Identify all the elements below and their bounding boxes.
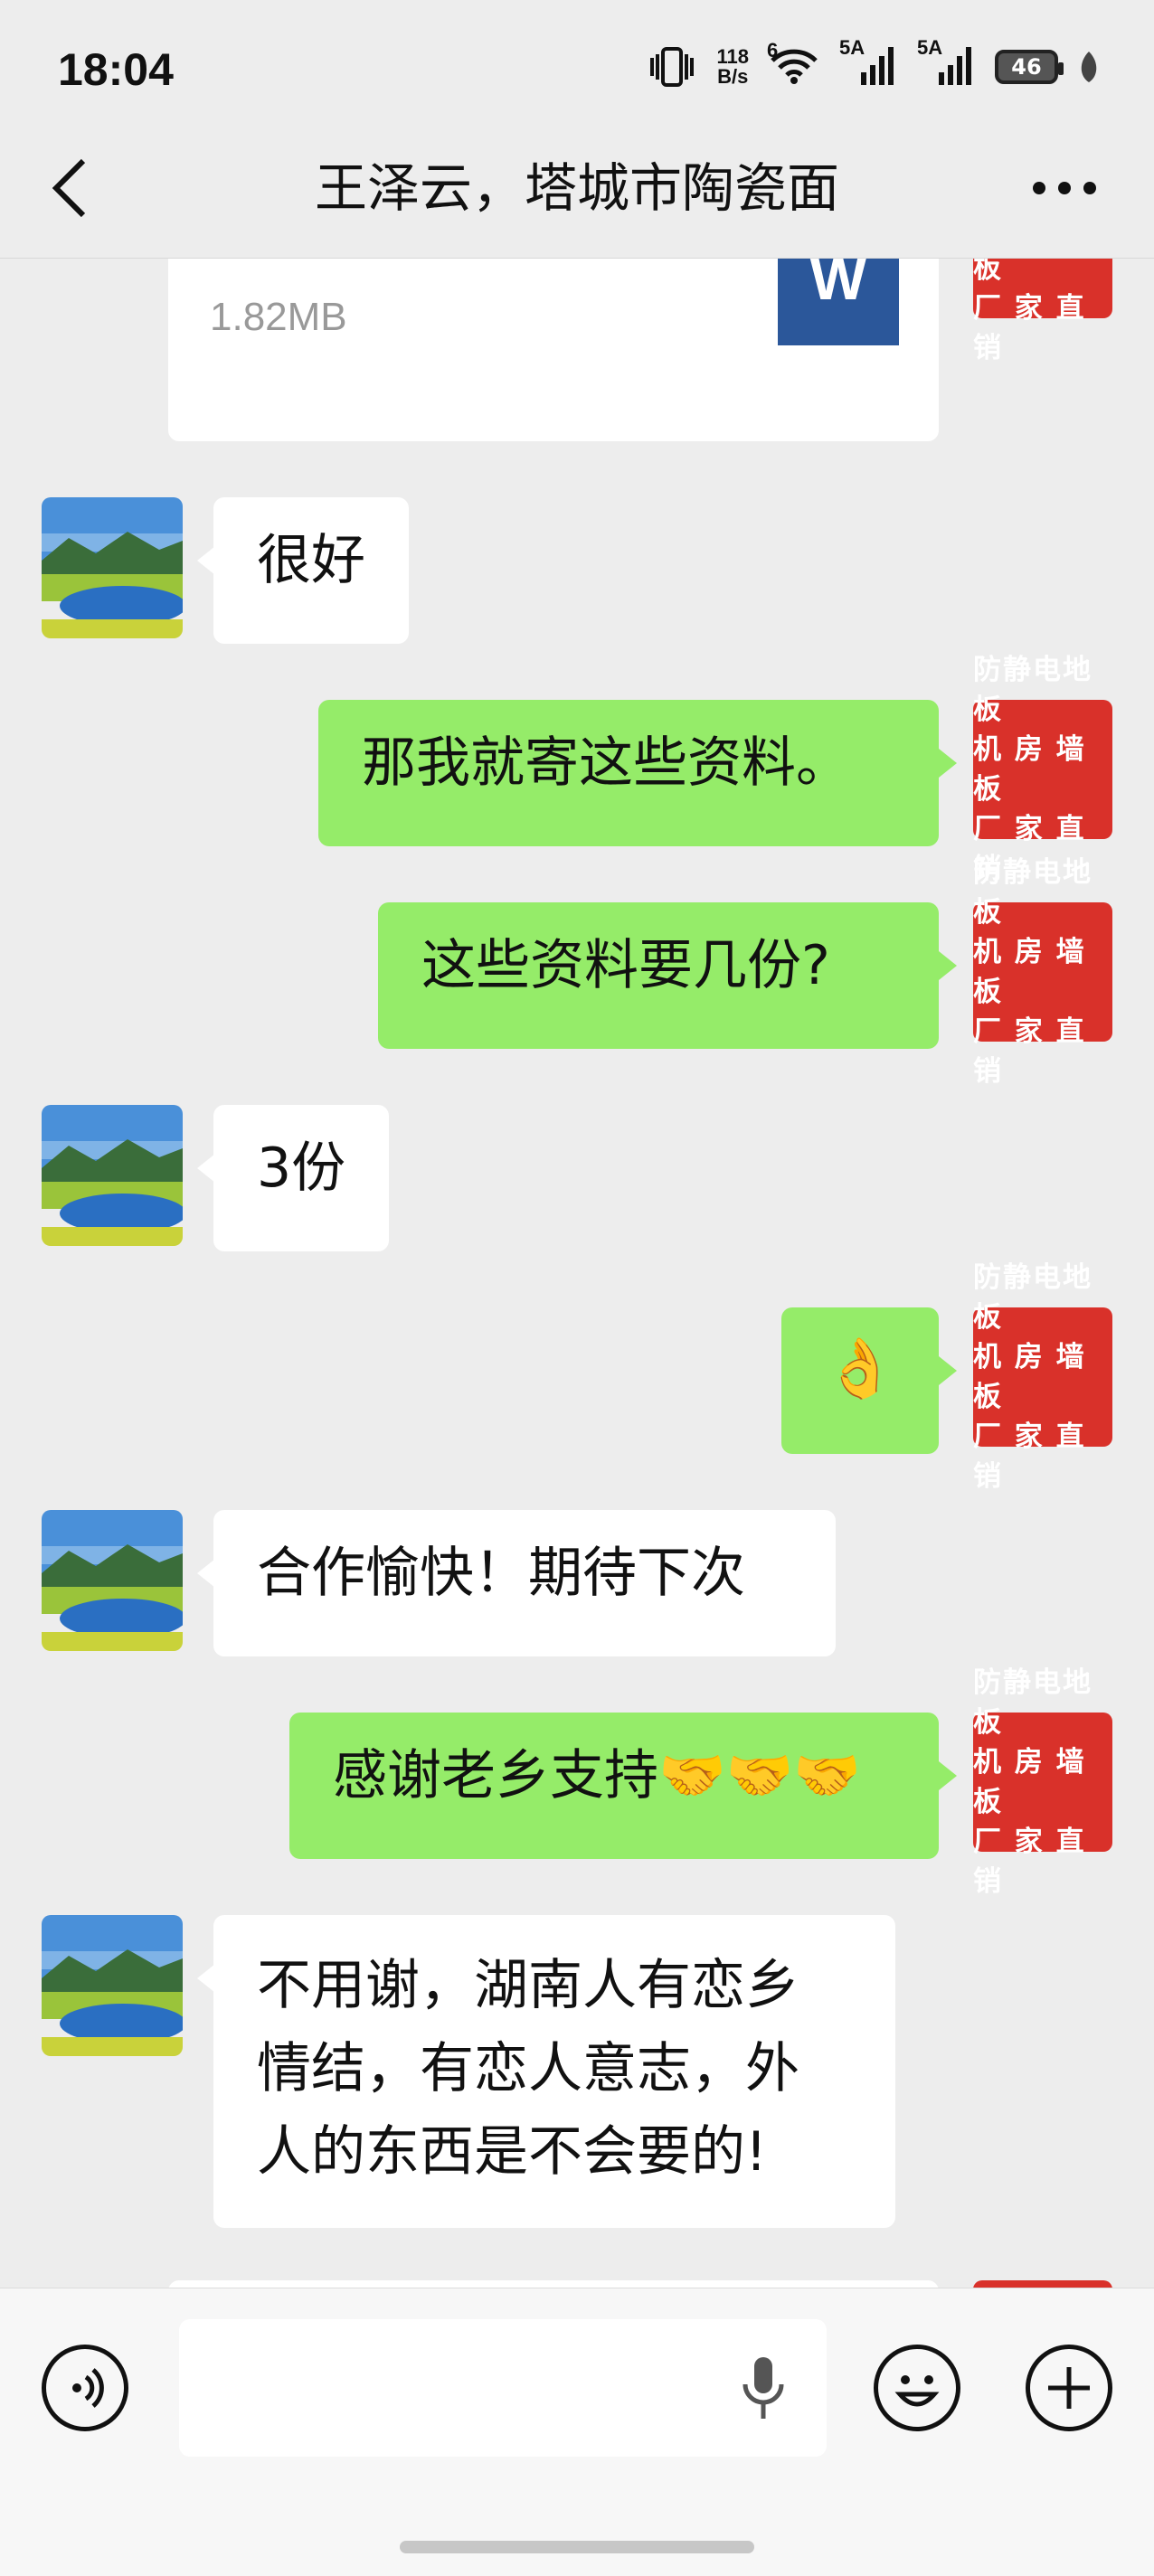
contact-avatar[interactable] [42,1105,183,1246]
landscape-avatar-image [42,1105,183,1246]
my-avatar[interactable]: 防静电地板 机 房 墙 板 厂 家 直 销 [973,1666,1112,1898]
message-bubble-incoming[interactable]: 3份 [213,1105,390,1251]
message-bubble-incoming[interactable]: 合作愉快！期待下次 [213,1510,836,1656]
message-text-line: 情结，有恋人意志，外 [257,2037,799,2100]
input-bar [0,2288,1154,2576]
battery-icon: 46 [995,50,1064,84]
avatar-text-line: 机 房 墙 板 [973,259,1003,285]
file-message-card[interactable]: 1.82MB W [168,259,939,441]
message-text: 那我就寄这些资料。 [362,731,850,795]
wifi-label: 6 [767,39,779,61]
avatar-text-line: 厂 家 直 销 [973,1420,1086,1493]
net-speed-value: 118 [716,45,750,68]
voice-wave-icon [72,2368,104,2408]
partial-my-avatar [973,2280,1112,2288]
message-text-line: 不用谢，湖南人有恋乡 [257,1954,799,2017]
my-avatar[interactable]: 防静电地板 机 房 墙 板 厂 家 直 销 [973,654,1112,885]
message-text: 很好 [257,529,365,592]
avatar-text-line: 机 房 墙 板 [973,1341,1086,1413]
battery-level: 46 [1011,54,1042,80]
message-bubble-outgoing[interactable]: 这些资料要几份? [378,902,939,1049]
avatar-text-line: 防静电地板 [973,654,1093,726]
landscape-avatar-image [42,497,183,638]
signal-indicator-2: 5A [917,38,975,89]
landscape-avatar-image [42,1510,183,1651]
message-text: 合作愉快！期待下次 [257,1542,745,1605]
contact-avatar[interactable] [42,1510,183,1651]
my-avatar[interactable]: 防静电地板 机 房 墙 板 厂 家 直 销 [973,856,1112,1088]
message-text: 3份 [257,1137,346,1200]
avatar-text-line: 机 房 墙 板 [973,733,1086,806]
message-text-line: 人的东西是不会要的! [257,2120,768,2184]
landscape-avatar-image [42,1915,183,2056]
wifi-indicator: 6 [767,41,819,88]
word-icon-letter: W [809,259,866,312]
message-bubble-outgoing[interactable]: 感谢老乡支持🤝🤝🤝 [289,1713,939,1859]
avatar-text-line: 防静电地板 [973,856,1093,929]
word-document-icon: W [777,259,899,345]
file-size: 1.82MB [210,295,347,339]
avatar-text-line: 机 房 墙 板 [973,936,1086,1008]
message-input[interactable] [179,2319,827,2457]
status-bar: 18:04 118 B/s 6 5A 5A 46 [0,0,1154,145]
chat-message-list[interactable]: 1.82MB W 防静电地板 机 房 墙 板 厂 家 直 销 很好 那我就寄这些… [0,259,1154,2288]
avatar-text-line: 厂 家 直 销 [973,292,1086,364]
status-time: 18:04 [58,44,174,95]
smiley-face-icon [894,2375,940,2407]
chat-title: 王泽云，塔城市陶瓷面 [314,157,839,219]
avatar-text-line: 厂 家 直 销 [973,1826,1086,1898]
net-speed-unit: B/s [717,65,749,88]
signal-indicator-1: 5A [839,38,897,89]
partial-message-bubble [168,2280,939,2288]
my-avatar[interactable]: 防静电地板 机 房 墙 板 厂 家 直 销 [973,1261,1112,1493]
avatar-text-line: 机 房 墙 板 [973,1746,1086,1818]
message-text: 感谢老乡支持🤝🤝🤝 [333,1744,862,1807]
add-more-button[interactable] [1026,2345,1112,2431]
my-avatar[interactable]: 防静电地板 机 房 墙 板 厂 家 直 销 [973,259,1112,364]
message-text: 这些资料要几份? [421,934,830,997]
vibrate-icon [649,47,694,87]
avatar-text-line: 厂 家 直 销 [973,1015,1086,1088]
signal-label-2: 5A [917,36,943,59]
message-bubble-outgoing[interactable]: 那我就寄这些资料。 [318,700,939,846]
contact-avatar[interactable] [42,497,183,638]
avatar-text-line: 防静电地板 [973,1261,1093,1334]
net-speed: 118 B/s [717,47,750,87]
message-bubble-incoming[interactable]: 很好 [213,497,409,644]
signal-label-1: 5A [839,36,866,59]
emoji-button[interactable] [874,2345,960,2431]
ok-hand-emoji: 👌 [824,1335,896,1402]
plus-icon [1048,2367,1090,2409]
home-indicator[interactable] [400,2541,754,2553]
message-bubble-outgoing[interactable]: 👌 [781,1307,939,1454]
contact-avatar[interactable] [42,1915,183,2056]
microphone-icon[interactable] [733,2354,794,2422]
status-icons: 118 B/s 6 5A 5A 46 [647,38,1101,89]
leaf-icon [1081,52,1097,82]
message-bubble-incoming[interactable]: 不用谢，湖南人有恋乡 情结，有恋人意志，外 人的东西是不会要的! [213,1915,895,2228]
avatar-text-line: 防静电地板 [973,1666,1093,1739]
voice-toggle-button[interactable] [42,2345,128,2431]
more-options-icon[interactable] [1033,172,1100,204]
